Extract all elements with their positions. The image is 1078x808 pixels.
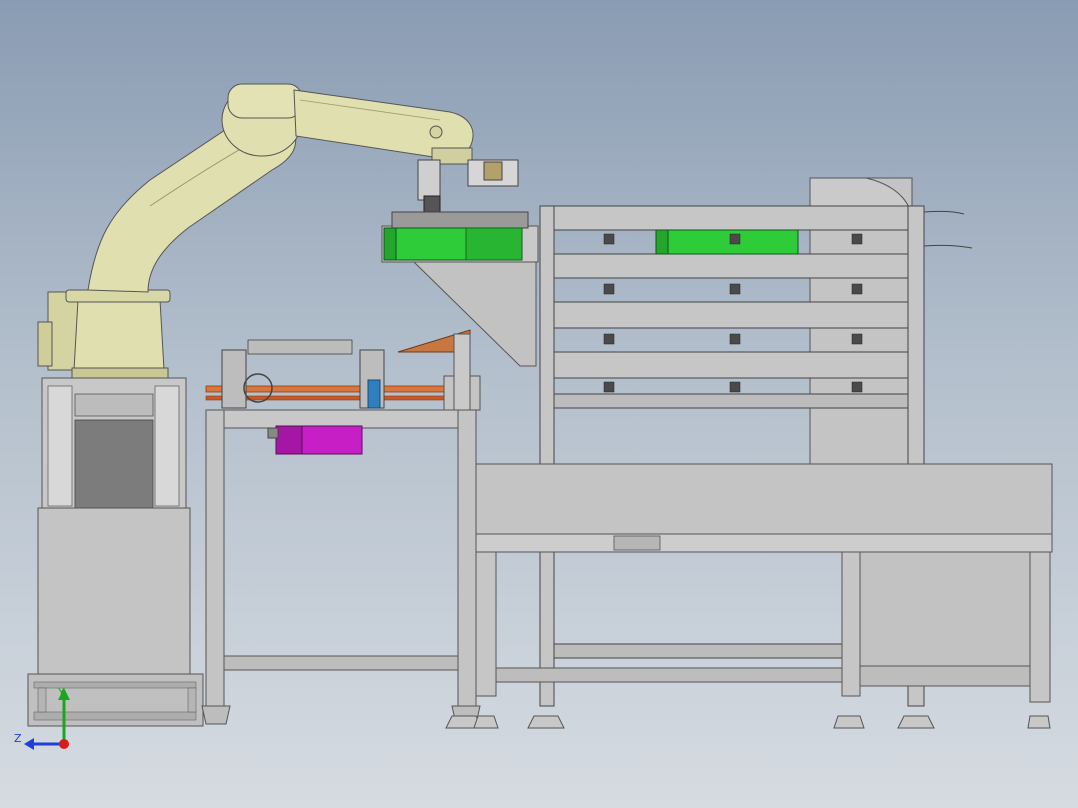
robot-pedestal	[27, 377, 204, 727]
triad-origin	[59, 739, 69, 749]
motor	[267, 425, 363, 455]
triad-z-label: Z	[14, 732, 22, 745]
triad-z-arrow-icon	[24, 738, 34, 750]
triad-y-label: Y	[57, 686, 65, 699]
conveyor-bed	[475, 463, 1053, 703]
shaft-module	[205, 329, 481, 411]
cad-viewport[interactable]: Y Z	[0, 0, 1078, 808]
leveling-feet	[445, 715, 1051, 729]
middle-table	[201, 409, 481, 725]
assembly-drawing: Y Z	[14, 83, 1053, 750]
